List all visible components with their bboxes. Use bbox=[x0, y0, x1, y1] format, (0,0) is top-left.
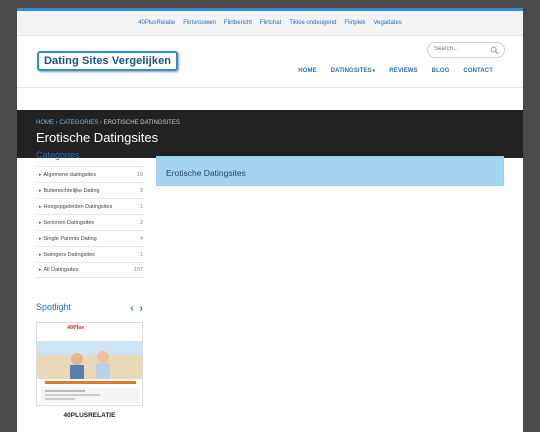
spotlight-header: Spotlight ‹ › bbox=[36, 298, 143, 316]
categories-title: Categories bbox=[36, 150, 80, 160]
toplink-tikkie-ondeugend[interactable]: Tikkie ondeugend bbox=[289, 20, 336, 26]
category-count: 2 bbox=[139, 219, 143, 226]
category-count: 19 bbox=[136, 171, 143, 178]
thumb-photo-icon bbox=[37, 341, 142, 403]
chevron-down-icon: ▾ bbox=[372, 68, 376, 74]
breadcrumb-current: EROTISCHE DATINGSITES bbox=[103, 120, 180, 126]
categories-widget: Categories Algemene datingsites 19 Buiten… bbox=[36, 150, 143, 278]
nav-contact[interactable]: CONTACT bbox=[463, 68, 493, 74]
category-label: Buitenechtelijke Dating bbox=[39, 188, 100, 194]
category-heading-box: Erotische Datingsites bbox=[156, 156, 504, 186]
spotlight-title: Spotlight bbox=[36, 302, 72, 312]
category-item[interactable]: Single Parents Dating 4 bbox=[36, 230, 143, 246]
toplink-40plusrelatie[interactable]: 40PlusRelatie bbox=[138, 20, 175, 26]
categories-list: Algemene datingsites 19 Buitenechtelijke … bbox=[36, 166, 143, 278]
nav-home[interactable]: HOME bbox=[298, 68, 316, 74]
toplink-flirtbericht[interactable]: Flirtbericht bbox=[224, 20, 252, 26]
search-input[interactable] bbox=[434, 46, 492, 52]
spotlight-widget: Spotlight ‹ › 40Plus 40PLUSRELATIE bbox=[36, 298, 143, 419]
page-title: Erotische Datingsites bbox=[36, 130, 159, 145]
category-label: Swingers Datingsites bbox=[39, 252, 95, 258]
category-count: 1 bbox=[139, 251, 143, 258]
category-count: 3 bbox=[139, 187, 143, 194]
toplink-flirtvrouwen[interactable]: Flirtvrouwen bbox=[183, 20, 216, 26]
toplink-flirtchat[interactable]: Flirtchat bbox=[260, 20, 281, 26]
category-heading: Erotische Datingsites bbox=[166, 168, 246, 178]
toplink-vegadates[interactable]: Vegadates bbox=[373, 20, 401, 26]
category-label: Hoogopgeleiden Datingsites bbox=[39, 204, 113, 210]
top-links: 40PlusRelatie Flirtvrouwen Flirtbericht … bbox=[17, 11, 523, 36]
spotlight-item-name[interactable]: 40PLUSRELATIE bbox=[36, 412, 143, 419]
page: 40PlusRelatie Flirtvrouwen Flirtbericht … bbox=[17, 0, 523, 432]
category-item[interactable]: Hoogopgeleiden Datingsites 1 bbox=[36, 198, 143, 214]
chevron-left-icon[interactable]: ‹ bbox=[130, 303, 133, 314]
spotlight-thumbnail[interactable]: 40Plus bbox=[36, 322, 143, 406]
nav-datingsites[interactable]: DATINGSITES▾ bbox=[331, 68, 376, 74]
nav-datingsites-label: DATINGSITES bbox=[330, 68, 372, 74]
category-item[interactable]: Algemene datingsites 19 bbox=[36, 166, 143, 182]
category-item[interactable]: Swingers Datingsites 1 bbox=[36, 246, 143, 262]
top-bar bbox=[17, 0, 523, 11]
category-label: Senioren Datingsites bbox=[39, 220, 95, 226]
main-nav: HOME DATINGSITES▾ REVIEWS BLOG CONTACT bbox=[284, 68, 493, 74]
breadcrumb-home[interactable]: HOME bbox=[36, 120, 54, 126]
site-logo[interactable]: Dating Sites Vergelijken bbox=[37, 51, 179, 71]
category-item[interactable]: All Datingsites 157 bbox=[36, 262, 143, 278]
toplink-flirtplek[interactable]: Flirtplek bbox=[344, 20, 365, 26]
breadcrumb: HOME › CATEGORIES › EROTISCHE DATINGSITE… bbox=[36, 120, 180, 126]
search-box bbox=[427, 42, 505, 58]
site-header: Dating Sites Vergelijken HOME DATINGSITE… bbox=[17, 36, 523, 88]
category-label: All Datingsites bbox=[39, 267, 79, 273]
category-count: 1 bbox=[139, 203, 143, 210]
search-icon[interactable] bbox=[490, 46, 499, 55]
category-label: Algemene datingsites bbox=[39, 172, 97, 178]
nav-reviews[interactable]: REVIEWS bbox=[389, 68, 417, 74]
category-item[interactable]: Senioren Datingsites 2 bbox=[36, 214, 143, 230]
category-count: 4 bbox=[139, 235, 143, 242]
category-label: Single Parents Dating bbox=[39, 236, 97, 242]
spotlight-arrows: ‹ › bbox=[124, 298, 143, 316]
category-count: 157 bbox=[133, 267, 143, 273]
breadcrumb-categories[interactable]: CATEGORIES bbox=[59, 120, 98, 126]
chevron-right-icon[interactable]: › bbox=[140, 303, 143, 314]
category-item[interactable]: Buitenechtelijke Dating 3 bbox=[36, 182, 143, 198]
nav-blog[interactable]: BLOG bbox=[432, 68, 450, 74]
